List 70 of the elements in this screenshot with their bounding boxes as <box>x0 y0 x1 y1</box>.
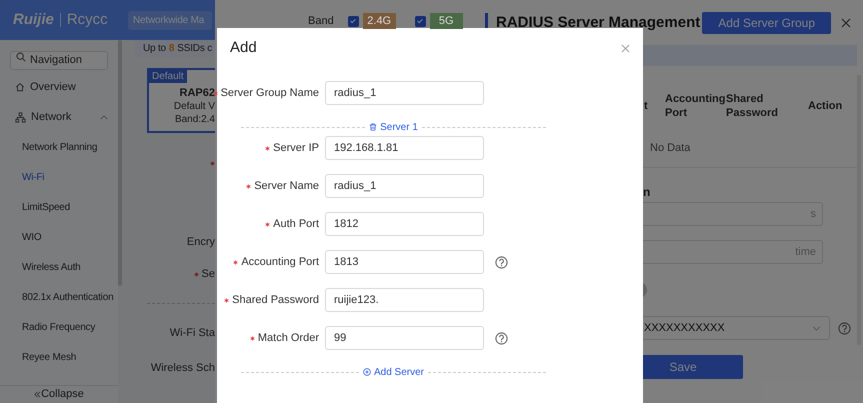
input-field[interactable]: 1812 <box>325 212 484 236</box>
band-label: Band <box>308 14 334 29</box>
add-server-group-button[interactable]: Add Server Group <box>702 12 831 34</box>
sidebar-item[interactable]: Wi-Fi <box>0 162 118 192</box>
input-field[interactable]: 99 <box>325 326 484 350</box>
sidebar-item[interactable]: 802.1x Authentication <box>0 282 118 312</box>
sidebar-item[interactable]: Network Planning <box>0 132 118 162</box>
banner-text: SSIDs c <box>177 42 212 56</box>
sidebar-item[interactable]: Wireless Auth <box>0 252 118 282</box>
field-label: Match Order <box>258 330 319 346</box>
default-tag: Default <box>149 70 187 83</box>
logo-product: Rcycc <box>66 13 108 27</box>
sidebar-item[interactable]: Overview <box>0 72 118 102</box>
chevron-down-icon <box>812 326 821 330</box>
field-label: Wi-Fi Sta <box>170 326 215 341</box>
column-header: t <box>644 99 649 113</box>
dialog-title: Add <box>230 38 257 58</box>
search-icon <box>16 52 26 62</box>
help-icon[interactable] <box>838 322 851 334</box>
close-icon[interactable] <box>841 18 851 28</box>
column-header: Accounting Port <box>665 92 726 120</box>
sidebar-item[interactable]: Network <box>0 102 118 132</box>
logo-brand: Ruijie <box>13 13 61 27</box>
band-tag: 2.4G <box>362 13 396 29</box>
field-label: Server Name <box>254 178 319 194</box>
column-header: Shared Password <box>726 92 779 120</box>
field-label: Se <box>202 266 215 282</box>
band-checkbox[interactable] <box>414 16 426 26</box>
server-header-link[interactable]: Server 1 <box>365 120 422 134</box>
input-field[interactable]: radius_1 <box>325 174 484 198</box>
band-checkbox[interactable] <box>348 16 359 26</box>
ssid-count: 8 <box>168 42 174 56</box>
band-tag: 5G <box>430 13 463 29</box>
device-name: RAP62 <box>180 86 215 100</box>
field-label: Accounting Port <box>241 254 319 270</box>
sidebar-item[interactable]: WIO <box>0 222 118 252</box>
checkmark-icon <box>349 17 358 25</box>
field-label: Shared Password <box>232 292 319 308</box>
double-chevron-icon <box>34 391 42 398</box>
plus-circle-icon <box>362 368 371 376</box>
field-label: Wireless Sch <box>150 360 215 376</box>
input-field[interactable]: 1813 <box>325 250 484 274</box>
sidebar-item[interactable]: Reyee Mesh <box>0 342 118 372</box>
input-field[interactable]: radius_1 <box>325 81 484 105</box>
banner-text: Up to <box>143 42 166 56</box>
help-icon[interactable] <box>495 332 508 344</box>
drawer-title: RADIUS Server Management <box>496 12 700 33</box>
device-detail: Default V <box>174 100 215 113</box>
field-label: Server Group Name <box>220 86 319 101</box>
network-tree-icon <box>15 112 26 122</box>
section-label: n <box>643 185 652 199</box>
help-icon[interactable] <box>495 256 508 268</box>
checkmark-icon <box>416 17 424 25</box>
field-label: Server IP <box>273 140 319 156</box>
add-server-link[interactable]: Add Server <box>358 364 428 380</box>
input-field[interactable]: ruijie123. <box>325 288 484 312</box>
input-field[interactable]: 192.168.1.81 <box>325 136 484 160</box>
field-label: Auth Port <box>273 216 319 232</box>
sidebar-item[interactable]: LimitSpeed <box>0 192 118 222</box>
column-header: Action <box>808 99 844 113</box>
trash-icon <box>369 123 378 131</box>
close-icon[interactable] <box>621 44 630 52</box>
navigation-search-field[interactable]: Navigation <box>10 50 108 70</box>
device-detail: Band:2.4 <box>174 113 215 126</box>
empty-state-text: No Data <box>650 141 690 156</box>
device-card[interactable]: Default RAP62 Default V Band:2.4 <box>147 68 215 133</box>
sidebar-item[interactable]: Radio Frequency <box>0 312 118 342</box>
field-label: Encry <box>186 234 215 250</box>
home-icon <box>15 82 25 92</box>
select-value: XXXXXXXXXXX <box>644 320 726 336</box>
